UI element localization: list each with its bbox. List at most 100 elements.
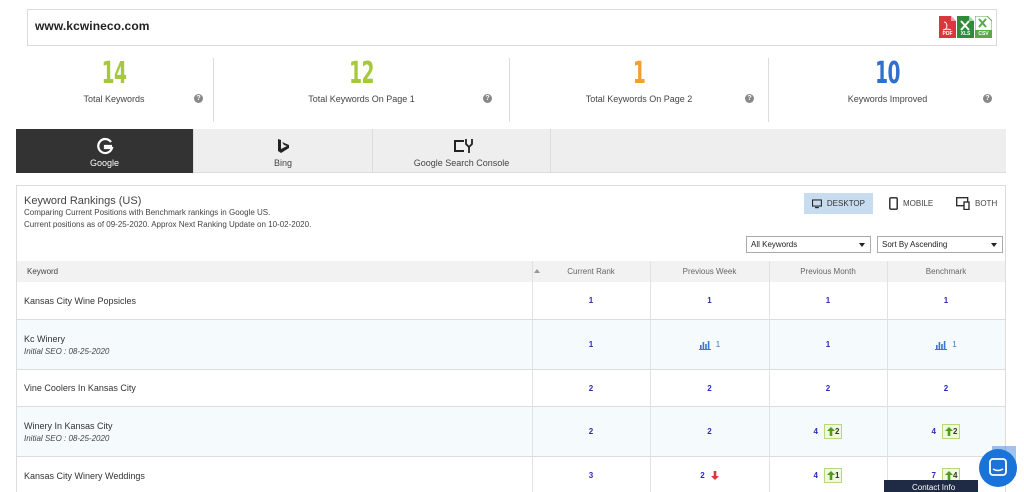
keyword-filter-value: All Keywords (751, 240, 798, 249)
column-divider (887, 261, 888, 492)
column-divider (650, 261, 651, 492)
keyword-cell: Vine Coolers In Kansas City (17, 370, 532, 406)
panel-title: Keyword Rankings (US) (24, 195, 142, 207)
previous-week-cell: 1 (707, 296, 712, 305)
stat-value: 12 (349, 56, 374, 91)
chevron-down-icon (859, 243, 865, 247)
rank-value: 4 (813, 471, 818, 480)
arrow-up-icon (945, 427, 953, 436)
previous-week-cell: 2 (650, 457, 769, 492)
column-previous-week[interactable]: Previous Week (650, 261, 769, 282)
desktop-mobile-icon (956, 197, 970, 210)
contact-info-button[interactable]: Contact Info (884, 480, 978, 492)
google-icon (97, 137, 114, 155)
stat-label: Total Keywords On Page 1 (308, 94, 415, 104)
tab-label: Google (89, 158, 120, 168)
column-keyword[interactable]: Keyword (17, 261, 532, 282)
tab-bing[interactable]: Bing (194, 129, 373, 173)
contact-info-label: Contact Info (912, 483, 956, 492)
keyword-text: Kansas City Winery Weddings (24, 470, 145, 481)
column-benchmark[interactable]: Benchmark (887, 261, 1005, 282)
column-previous-month[interactable]: Previous Month (769, 261, 887, 282)
bing-icon (278, 139, 289, 153)
keyword-filter-select[interactable]: All Keywords (746, 236, 871, 253)
stat-keywords-improved: 10 Keywords Improved ? (769, 56, 1006, 122)
column-current-rank[interactable]: Current Rank (532, 261, 650, 282)
tab-google-search-console[interactable]: Google Search Console (373, 129, 551, 173)
stat-keywords-page-1: 12 Total Keywords On Page 1 ? (214, 56, 509, 122)
help-icon[interactable]: ? (983, 94, 992, 103)
table-row: Vine Coolers In Kansas City 2 2 2 2 (17, 370, 1005, 407)
table-row: Kc Winery Initial SEO : 08-25-2020 1 1 1… (17, 320, 1005, 370)
previous-month-cell: 1 (825, 296, 831, 305)
stat-value: 1 (632, 56, 646, 91)
desktop-label: DESKTOP (826, 199, 865, 208)
both-toggle[interactable]: BOTH (948, 193, 1005, 214)
benchmark-cell: 1 (943, 296, 949, 305)
chat-icon (989, 458, 1007, 476)
pdf-label: PDF (942, 31, 953, 37)
site-url: www.kcwineco.com (35, 19, 150, 33)
column-divider (532, 261, 533, 492)
current-rank-cell: 1 (588, 340, 594, 349)
rank-change-badge: 1 (824, 468, 843, 483)
rank-value: 1 (952, 340, 957, 349)
tab-label: Google Search Console (413, 158, 510, 168)
benchmark-cell: 2 (943, 383, 949, 393)
stat-value: 10 (875, 56, 900, 91)
keyword-text: Kansas City Wine Popsicles (24, 295, 137, 306)
stat-total-keywords: 14 Total Keywords ? (16, 56, 212, 122)
desktop-toggle[interactable]: DESKTOP (804, 193, 873, 214)
search-engine-tabs: Google Bing Google Search Console (16, 129, 1006, 173)
panel-update-info: Current positions as of 09-25-2020. Appr… (24, 220, 312, 229)
seo-note: Initial SEO : 08-25-2020 (24, 433, 110, 443)
current-rank-cell: 2 (588, 383, 594, 393)
rank-change-value: 4 (953, 471, 958, 480)
pdf-export-button[interactable]: PDF (939, 16, 956, 38)
csv-export-button[interactable]: CSV (975, 16, 992, 38)
stat-label: Keywords Improved (847, 94, 928, 104)
tab-google[interactable]: Google (16, 129, 194, 173)
url-bar: www.kcwineco.com PDF XLS CSV (27, 9, 997, 46)
mobile-label: MOBILE (903, 199, 934, 208)
rank-change-badge: 2 (942, 424, 961, 439)
bar-chart-icon[interactable] (935, 340, 948, 350)
rank-value: 7 (931, 471, 936, 480)
rank-value: 2 (700, 471, 705, 480)
csv-label: CSV (978, 31, 989, 37)
keyword-cell: Kc Winery Initial SEO : 08-25-2020 (17, 320, 532, 369)
rank-value: 4 (813, 427, 818, 436)
arrow-down-icon (710, 471, 719, 480)
xls-export-button[interactable]: XLS (957, 16, 974, 38)
keyword-cell: Kansas City Wine Popsicles (17, 282, 532, 319)
help-icon[interactable]: ? (483, 94, 492, 103)
stat-label: Total Keywords On Page 2 (585, 94, 693, 104)
keyword-rankings-panel: Keyword Rankings (US) Comparing Current … (16, 185, 1006, 492)
stat-keywords-page-2: 1 Total Keywords On Page 2 ? (510, 56, 768, 122)
help-icon[interactable]: ? (745, 94, 754, 103)
seo-note: Initial SEO : 08-25-2020 (24, 346, 110, 356)
help-icon[interactable]: ? (194, 94, 203, 103)
desktop-icon (812, 198, 822, 208)
bar-chart-icon[interactable] (698, 340, 711, 350)
previous-week-cell: 2 (707, 427, 712, 436)
tab-label: Bing (273, 158, 292, 168)
chevron-down-icon (991, 243, 997, 247)
stat-value: 14 (101, 56, 127, 91)
current-rank-cell: 2 (588, 427, 594, 436)
sort-select[interactable]: Sort By Ascending (877, 236, 1003, 253)
mobile-toggle[interactable]: MOBILE (881, 193, 941, 214)
keyword-text: Kc Winery (24, 333, 66, 344)
previous-month-cell: 2 (825, 383, 831, 393)
previous-month-cell: 4 2 (769, 407, 887, 456)
rank-change-badge: 2 (824, 424, 843, 439)
previous-month-cell: 1 (825, 340, 831, 349)
keyword-text: Winery In Kansas City (24, 420, 113, 431)
previous-week-cell: 1 (650, 320, 769, 369)
chat-launcher-button[interactable] (979, 449, 1017, 487)
arrow-up-icon (945, 471, 953, 480)
previous-week-cell: 2 (707, 383, 712, 393)
current-rank-cell: 1 (588, 296, 594, 305)
keyword-cell: Winery In Kansas City Initial SEO : 08-2… (17, 407, 532, 456)
keyword-text: Vine Coolers In Kansas City (24, 383, 136, 393)
